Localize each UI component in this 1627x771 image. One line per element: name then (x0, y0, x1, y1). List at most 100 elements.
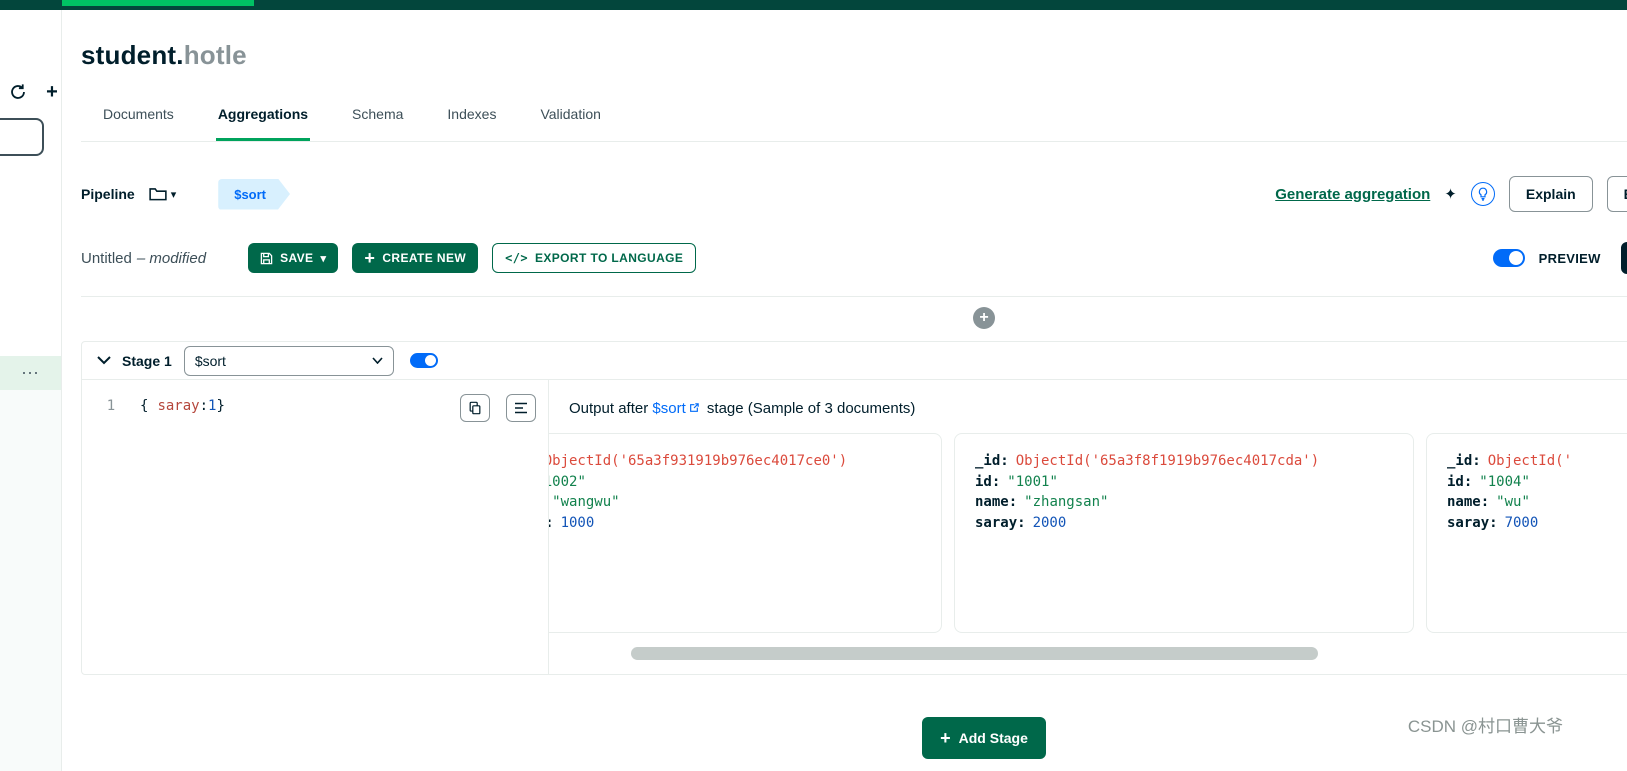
stage-docs-link[interactable]: $sort (652, 400, 702, 417)
item-options-icon[interactable]: ⋯ (21, 363, 40, 384)
copy-icon (469, 401, 481, 415)
line-number: 1 (106, 398, 116, 414)
save-label: SAVE (280, 251, 314, 265)
copy-button[interactable] (460, 394, 490, 422)
stage-header: Stage 1 $sort ⋯ (82, 342, 1627, 380)
field-value-objectid: ObjectId(' (1487, 453, 1573, 469)
field-key: name: (975, 494, 1018, 510)
add-stage-circle-button[interactable]: + (973, 307, 995, 329)
field-key: _id: (1447, 453, 1481, 469)
preview-label: PREVIEW (1538, 250, 1601, 266)
database-name: student. (81, 40, 184, 70)
output-header: Output after $sort stage (Sample of 3 do… (549, 400, 1627, 417)
collection-view: student.hotle 3 DOCUMENTS 1 INDEXES Docu… (62, 10, 1627, 771)
add-stage-label: Add Stage (958, 730, 1028, 746)
hint-button[interactable] (1470, 182, 1495, 206)
field-value-string: "wu" (1496, 494, 1530, 510)
editor-actions (460, 394, 536, 422)
code-content: {saray:1} (140, 398, 225, 414)
output-documents: _id: ObjectId('65a3f931919b976ec4017ce0')… (549, 433, 1627, 633)
document-card: _id:ObjectId('65a3f931919b976ec4017ce0')… (549, 433, 942, 633)
saved-pipelines-button[interactable]: ▾ (149, 186, 177, 202)
folder-icon (149, 188, 167, 201)
field-value-number: 2000 (1032, 514, 1067, 531)
tab-documents[interactable]: Documents (101, 106, 176, 141)
field-value-string: "1002" (549, 473, 586, 490)
document-card: _id: ObjectId('65a3f8f1919b976ec4017cda')… (954, 433, 1414, 633)
field-key: saray: (549, 515, 554, 531)
token-brace-open: { (140, 398, 149, 414)
token-colon: : (199, 398, 209, 414)
export-button[interactable]: Export (1606, 176, 1627, 212)
field-value-objectid: ObjectId('65a3f931919b976ec4017ce0') (549, 453, 848, 469)
preview-toggle[interactable] (1492, 249, 1525, 267)
sidebar-lower-area (0, 390, 61, 771)
stage-output-preview: Output after $sort stage (Sample of 3 do… (549, 380, 1627, 674)
field-value-string: "zhangsan" (1024, 494, 1109, 510)
view-mode-segmented-control: {} STAGES </> TEXT (1620, 242, 1627, 274)
collapse-stage-icon[interactable] (96, 353, 112, 369)
stage-enabled-toggle[interactable] (409, 353, 438, 368)
preview-controls: PREVIEW {} STAGES </> TEXT (1492, 242, 1627, 274)
field-value-objectid: ObjectId('65a3f8f1919b976ec4017cda') (1015, 453, 1320, 469)
add-stage-row: + Add Stage (81, 717, 1627, 759)
watermark: CSDN @村口曹大爷 (1407, 717, 1563, 736)
export-to-language-button[interactable]: </> EXPORT TO LANGUAGE (492, 243, 697, 273)
explain-button[interactable]: Explain (1508, 176, 1593, 212)
plus-icon: + (940, 728, 951, 748)
pipeline-toolbar: Pipeline ▾ $sort Generate aggregation ✦ … (81, 172, 1627, 216)
stage-operator-select[interactable]: $sort (183, 345, 394, 376)
field-key: saray: (1447, 514, 1498, 531)
generate-aggregation-link[interactable]: Generate aggregation (1275, 186, 1430, 203)
pipeline-stage-tag[interactable]: $sort (218, 179, 290, 210)
collection-tabs: Documents Aggregations Schema Indexes Va… (81, 106, 1627, 142)
tab-indexes[interactable]: Indexes (445, 106, 498, 141)
create-new-button[interactable]: + CREATE NEW (352, 243, 479, 273)
stage-editor[interactable]: 1 {saray:1} (82, 380, 549, 674)
tab-schema[interactable]: Schema (350, 106, 405, 141)
token-field: saray (157, 398, 200, 414)
create-icon[interactable]: + (42, 82, 62, 102)
page-title: student.hotle (81, 40, 247, 71)
save-button[interactable]: SAVE ▾ (248, 243, 339, 273)
sparkle-icon: ✦ (1444, 186, 1457, 203)
add-stage-between: + (81, 307, 1627, 329)
field-key: name: (1447, 494, 1490, 510)
pipeline-title: Pipeline (81, 186, 135, 202)
refresh-icon[interactable] (8, 82, 28, 102)
pipeline-modified-flag: – modified (136, 249, 207, 267)
export-to-language-label: EXPORT TO LANGUAGE (534, 251, 684, 265)
format-lines-icon (515, 402, 527, 414)
output-before-text: Output after (569, 400, 649, 417)
external-link-icon (689, 403, 699, 413)
sidebar-toolbar: + (8, 82, 62, 102)
stage-link-label: $sort (652, 400, 686, 417)
sidebar-item-active[interactable]: ⋯ (0, 356, 61, 390)
tab-aggregations[interactable]: Aggregations (215, 106, 311, 141)
window-titlebar (0, 0, 1627, 10)
field-key: _id: (975, 453, 1009, 469)
sidebar-search-input[interactable] (0, 118, 44, 156)
save-icon (260, 252, 273, 264)
tab-progress-bar (62, 0, 254, 6)
code-icon: </> (505, 251, 528, 265)
chevron-down-icon: ▾ (170, 188, 177, 201)
stages-view-button[interactable]: {} STAGES (1620, 242, 1627, 274)
collection-header: student.hotle 3 DOCUMENTS 1 INDEXES (81, 40, 1627, 80)
format-button[interactable] (506, 394, 536, 422)
plus-icon: + (364, 248, 376, 268)
field-key: id: (1447, 473, 1473, 490)
horizontal-scrollbar[interactable] (631, 647, 1318, 660)
collection-name: hotle (183, 40, 247, 70)
divider (81, 296, 1627, 297)
pipeline-name: Untitled (81, 249, 132, 267)
field-value-string: "wangwu" (552, 494, 620, 510)
field-value-number: 7000 (1504, 514, 1539, 531)
add-stage-button[interactable]: + Add Stage (922, 717, 1046, 759)
app-window: + ⋯ student.hotle 3 DOCUMENTS 1 INDEXES (0, 10, 1627, 771)
field-value-number: 1000 (560, 514, 595, 531)
stage-panel: Stage 1 $sort ⋯ 1 {s (81, 341, 1627, 675)
tab-validation[interactable]: Validation (538, 106, 602, 141)
chevron-down-icon (372, 357, 383, 364)
create-new-label: CREATE NEW (382, 251, 467, 265)
